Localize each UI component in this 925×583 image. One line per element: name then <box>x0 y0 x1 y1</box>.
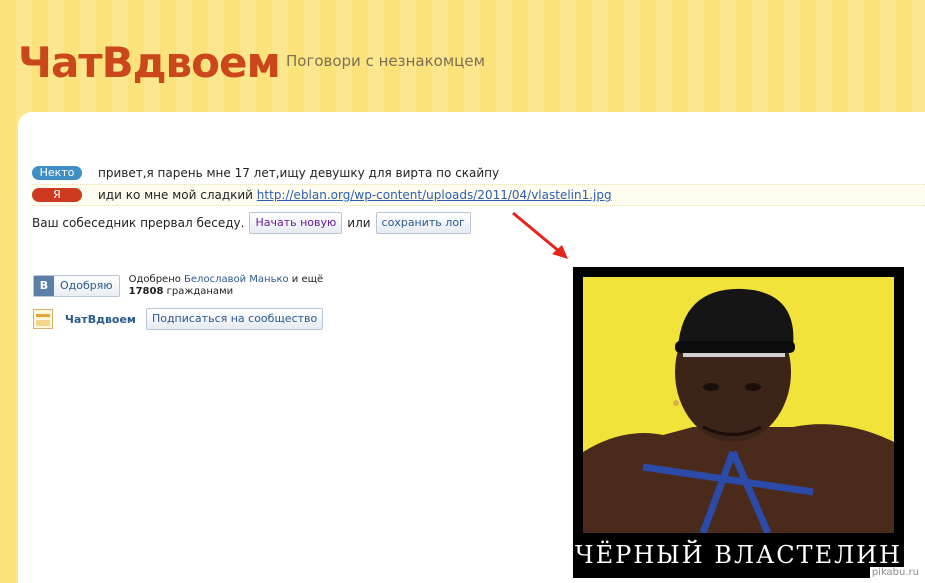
chat-message-stranger: Некто привет,я парень мне 17 лет,ищу дев… <box>32 163 925 183</box>
count-suffix: гражданами <box>163 286 234 297</box>
watermark: pikabu.ru <box>869 567 921 578</box>
demotivator-poster: ЧЁРНЫЙ ВЛАСТЕЛИН <box>573 267 904 578</box>
new-chat-button[interactable]: Начать новую <box>249 212 343 234</box>
approved-by-link[interactable]: Белославой Манько <box>184 274 289 285</box>
vk-like-label: Одобряю <box>60 279 113 292</box>
approved-count: 17808 <box>128 286 164 297</box>
status-text: Ваш собеседник прервал беседу. <box>32 216 245 230</box>
vk-like-widget: В Одобряю Одобрено Белославой Манько и е… <box>33 274 324 298</box>
chat-status: Ваш собеседник прервал беседу. Начать но… <box>32 212 471 234</box>
man-in-leather-cap-image <box>583 277 894 533</box>
site-logo[interactable]: ЧатВдвоем <box>18 38 281 87</box>
poster-image <box>583 277 894 533</box>
vk-logo-icon: В <box>34 276 54 296</box>
group-avatar-icon[interactable] <box>33 309 53 329</box>
group-name-link[interactable]: ЧатВдвоем <box>65 313 136 326</box>
or-text: или <box>347 216 371 230</box>
vk-like-info: Одобрено Белославой Манько и ещё 17808 г… <box>129 274 324 298</box>
sender-badge-me: Я <box>32 188 82 202</box>
save-log-button[interactable]: сохранить лог <box>375 212 471 234</box>
approved-suffix: и ещё <box>288 274 324 285</box>
vk-like-button[interactable]: В Одобряю <box>33 275 120 297</box>
poster-caption: ЧЁРНЫЙ ВЛАСТЕЛИН <box>575 541 902 569</box>
vk-group-widget: ЧатВдвоем Подписаться на сообщество <box>33 308 324 330</box>
chat-message-me: Я иди ко мне мой сладкий http://eblan.or… <box>32 184 925 206</box>
sender-badge-stranger: Некто <box>32 166 82 180</box>
subscribe-button[interactable]: Подписаться на сообщество <box>145 308 324 330</box>
site-tagline: Поговори с незнакомцем <box>286 52 485 70</box>
approved-prefix: Одобрено <box>128 274 185 285</box>
message-text: иди ко мне мой сладкий http://eblan.org/… <box>98 188 612 202</box>
red-arrow-icon <box>512 211 568 259</box>
message-text-body: иди ко мне мой сладкий <box>98 188 257 202</box>
message-text: привет,я парень мне 17 лет,ищу девушку д… <box>98 166 500 180</box>
message-link[interactable]: http://eblan.org/wp-content/uploads/2011… <box>257 188 612 202</box>
